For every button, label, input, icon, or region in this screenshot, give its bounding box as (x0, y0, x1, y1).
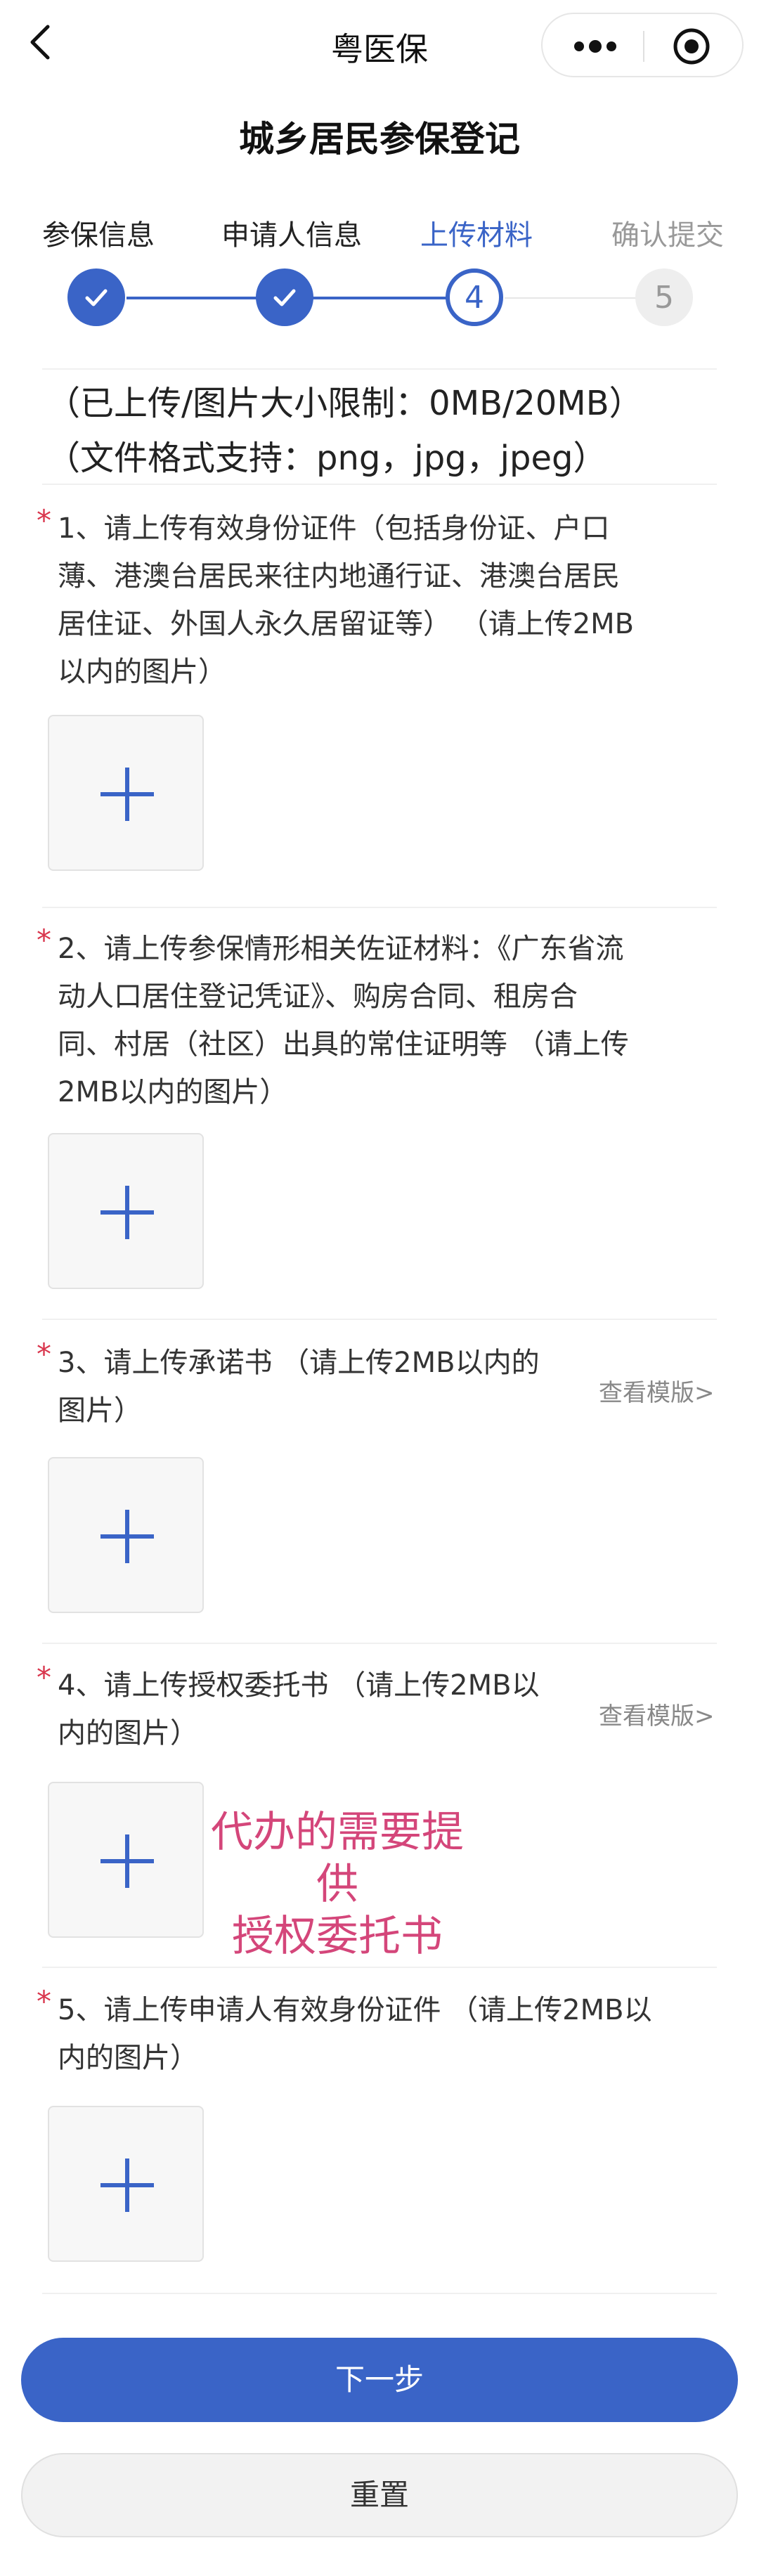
item-line: 薄、港澳台居民来往内地通行证、港澳台居民 (58, 560, 620, 593)
item-line: 居住证、外国人永久居留证等） （请上传2MB (58, 608, 635, 640)
annotation-line: 授权委托书 (232, 1912, 443, 1961)
required-mark: * (37, 1337, 51, 1371)
annotation-line: 代办的需要提供 (211, 1808, 464, 1909)
size-limit-text: （已上传/图片大小限制：0MB/20MB） (46, 384, 643, 423)
view-template-link[interactable]: 查看模版> (599, 1697, 715, 1731)
upload-image-button[interactable] (48, 715, 204, 871)
plus-icon (100, 1834, 154, 1888)
step-1-done-check-icon (67, 268, 125, 326)
plus-icon (100, 1186, 154, 1239)
item-line: 2、请上传参保情形相关佐证材料：《广东省流 (58, 933, 624, 965)
close-target-icon[interactable] (672, 27, 711, 66)
divider (42, 1319, 717, 1320)
step-label-4: 确认提交 (611, 219, 724, 252)
plus-icon (100, 1510, 154, 1563)
upload-image-button[interactable] (48, 1133, 204, 1289)
divider (42, 907, 717, 908)
capsule-divider (643, 31, 644, 62)
item-description: 1、请上传有效身份证件（包括身份证、户口 薄、港澳台居民来往内地通行证、港澳台居… (58, 505, 634, 696)
item-line: 以内的图片） (58, 656, 226, 688)
step-connector (505, 297, 640, 299)
step-connector (126, 297, 260, 299)
step-2-done-check-icon (256, 268, 313, 326)
page-title: 城乡居民参保登记 (239, 119, 520, 160)
item-line: 1、请上传有效身份证件（包括身份证、户口 (58, 512, 610, 545)
item-line: 4、请上传授权委托书 （请上传2MB以 (58, 1669, 540, 1702)
item-description: 3、请上传承诺书 （请上传2MB以内的 图片） (58, 1339, 540, 1435)
step-current-number: 4 (446, 268, 503, 326)
plus-icon (100, 768, 154, 821)
divider (42, 1967, 717, 1968)
more-icon[interactable] (571, 34, 620, 59)
next-step-button[interactable]: 下一步 (21, 2338, 738, 2422)
plus-icon (100, 2158, 154, 2212)
upload-image-button[interactable] (48, 1457, 204, 1613)
item-description: 4、请上传授权委托书 （请上传2MB以 内的图片） (58, 1662, 540, 1757)
required-mark: * (37, 923, 51, 957)
item-line: 2MB以内的图片） (58, 1076, 288, 1108)
reset-button[interactable]: 重置 (21, 2453, 738, 2537)
required-mark: * (37, 503, 51, 538)
item-line: 同、村居（社区）出具的常住证明等 （请上传 (58, 1028, 629, 1061)
item-line: 内的图片） (58, 2042, 198, 2074)
step-label-1: 参保信息 (42, 219, 155, 252)
step-todo-number: 5 (635, 268, 693, 326)
item-line: 内的图片） (58, 1717, 198, 1749)
view-template-link[interactable]: 查看模版> (599, 1373, 715, 1408)
item-line: 动人口居住登记凭证》、购房合同、租房合 (58, 980, 578, 1013)
mini-program-capsule (541, 13, 744, 77)
item-line: 5、请上传申请人有效身份证件 （请上传2MB以 (58, 1994, 652, 2026)
agent-hint-annotation: 代办的需要提供 授权委托书 (211, 1806, 464, 1962)
required-mark: * (37, 1660, 51, 1695)
divider (42, 2293, 717, 2294)
item-line: 图片） (58, 1394, 142, 1427)
upload-image-button[interactable] (48, 1782, 204, 1938)
divider (42, 484, 717, 485)
item-description: 5、请上传申请人有效身份证件 （请上传2MB以 内的图片） (58, 1986, 652, 2082)
step-connector (312, 297, 447, 299)
step-label-3: 上传材料 (420, 219, 533, 252)
divider (42, 1643, 717, 1644)
item-line: 3、请上传承诺书 （请上传2MB以内的 (58, 1347, 540, 1379)
navigation-bar: 粤医保 (0, 0, 759, 90)
format-support-text: （文件格式支持：png，jpg，jpeg） (46, 439, 607, 478)
step-label-2: 申请人信息 (221, 219, 362, 252)
divider (42, 368, 717, 370)
required-mark: * (37, 1984, 51, 2019)
upload-image-button[interactable] (48, 2106, 204, 2262)
item-description: 2、请上传参保情形相关佐证材料：《广东省流 动人口居住登记凭证》、购房合同、租房… (58, 925, 629, 1116)
